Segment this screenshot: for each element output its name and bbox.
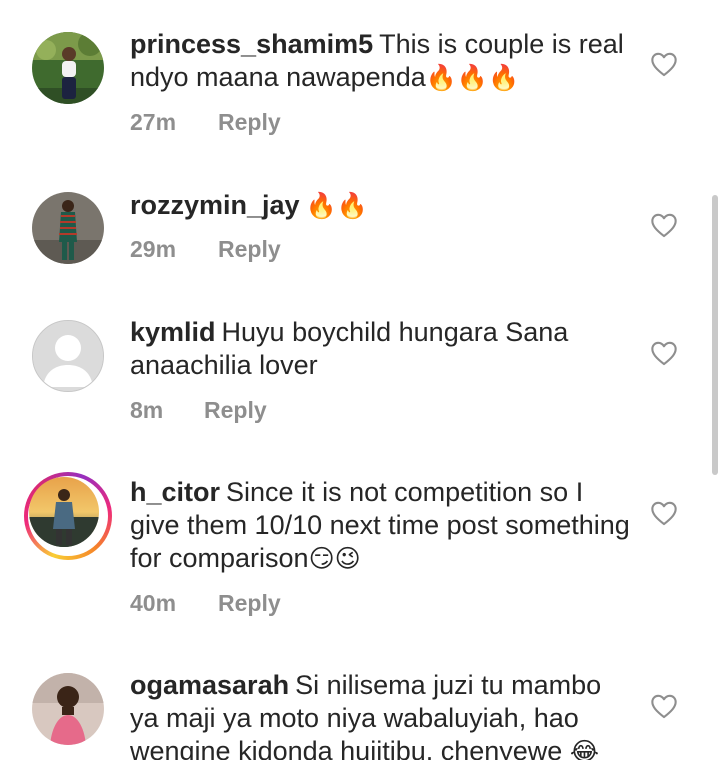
comment-meta: 8m Reply: [130, 397, 267, 424]
comment-meta: 29m Reply: [130, 236, 281, 263]
reply-button[interactable]: Reply: [204, 397, 267, 424]
avatar-story-ring[interactable]: [24, 472, 112, 560]
comment-emoji: 😏😉: [308, 545, 361, 573]
comment-username[interactable]: h_citor: [130, 477, 220, 507]
comment-username[interactable]: ogamasarah: [130, 670, 289, 700]
comment-meta: 40m Reply: [130, 590, 281, 617]
comment-emoji: 🔥🔥: [305, 192, 368, 220]
reply-button[interactable]: Reply: [218, 109, 281, 136]
heart-outline-icon[interactable]: [650, 340, 678, 366]
avatar[interactable]: [32, 32, 104, 104]
comment-time: 29m: [130, 236, 177, 262]
comment-username[interactable]: kymlid: [130, 317, 216, 347]
comment-emoji: 🔥🔥🔥: [425, 64, 520, 92]
comment-text: h_citor Since it is not competition so I …: [130, 476, 630, 576]
heart-outline-icon[interactable]: [650, 51, 678, 77]
avatar: [29, 477, 99, 547]
reply-button[interactable]: Reply: [218, 590, 281, 617]
comment-time: 27m: [130, 109, 177, 135]
comment-username[interactable]: princess_shamim5: [130, 29, 373, 59]
comment-text: kymlid Huyu boychild hungara Sana anaachi…: [130, 316, 630, 383]
comment-text: ogamasarah Si nilisema juzi tu mambo ya m…: [130, 669, 630, 760]
scrollbar[interactable]: [712, 195, 718, 475]
reply-button[interactable]: Reply: [218, 236, 281, 263]
comments-screen: princess_shamim5 This is couple is real n…: [0, 0, 720, 760]
avatar[interactable]: [32, 673, 104, 745]
comment-text: rozzymin_jay 🔥🔥: [130, 189, 630, 223]
comment-emoji: 😂: [569, 738, 600, 760]
avatar[interactable]: [32, 192, 104, 264]
comment-text: princess_shamim5 This is couple is real n…: [130, 28, 630, 95]
heart-outline-icon[interactable]: [650, 693, 678, 719]
default-profile-icon[interactable]: [32, 320, 104, 392]
comment-time: 8m: [130, 397, 164, 423]
heart-outline-icon[interactable]: [650, 212, 678, 238]
comment-meta: 27m Reply: [130, 109, 281, 136]
comment-time: 40m: [130, 590, 177, 616]
heart-outline-icon[interactable]: [650, 500, 678, 526]
comment-username[interactable]: rozzymin_jay: [130, 190, 300, 220]
